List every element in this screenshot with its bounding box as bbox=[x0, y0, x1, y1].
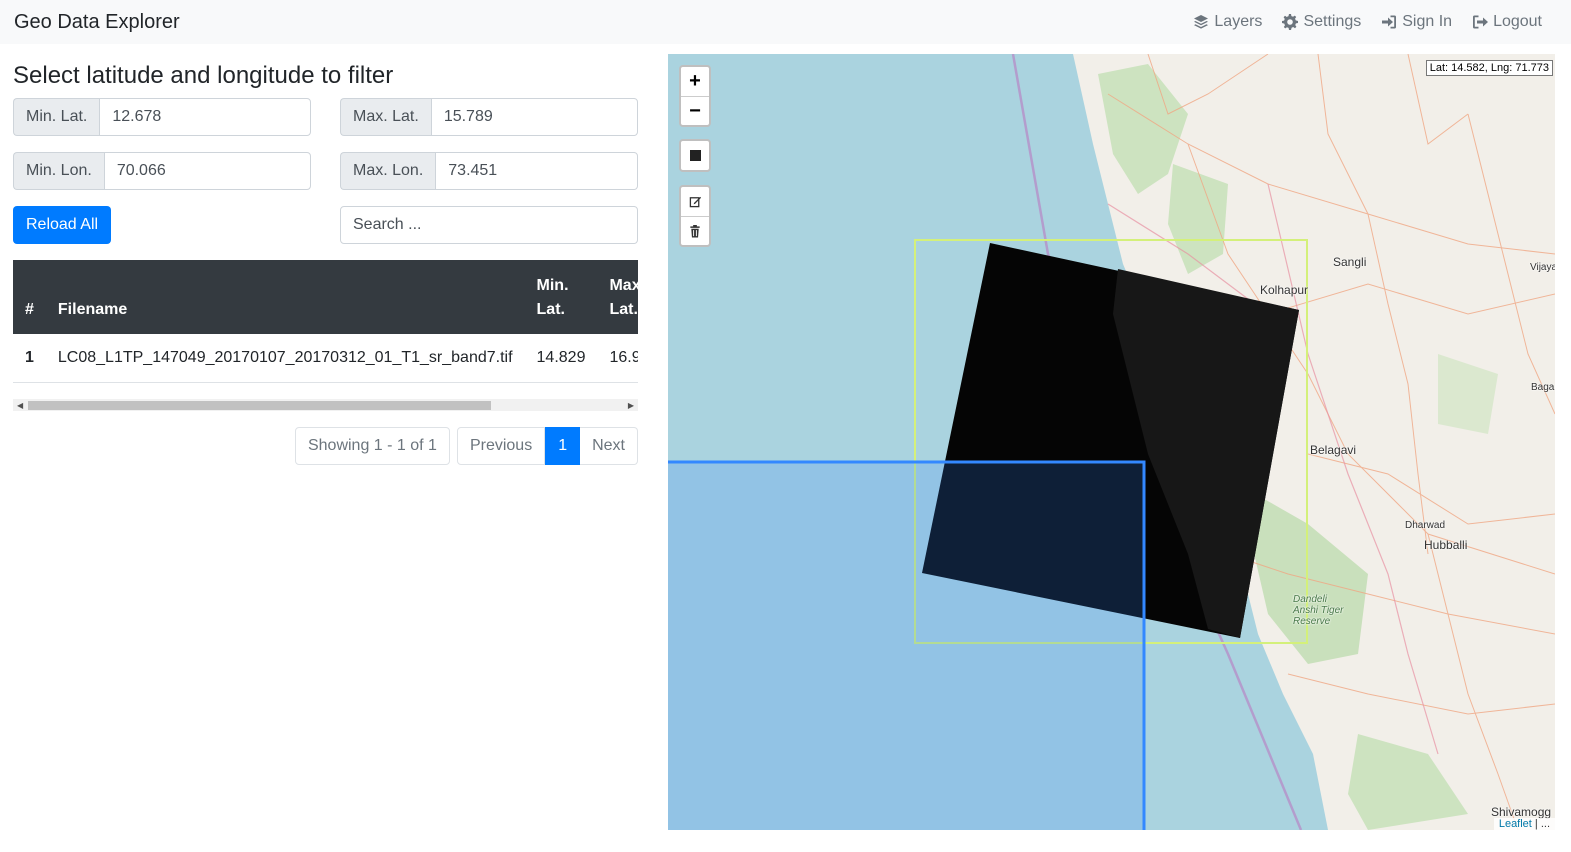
navbar: Geo Data Explorer Layers Settings Sign I… bbox=[0, 0, 1571, 44]
filter-panel: Select latitude and longitude to filter … bbox=[13, 54, 638, 465]
city-label-kolhapur: Kolhapur bbox=[1260, 283, 1309, 297]
action-row: Reload All bbox=[13, 206, 638, 244]
next-page-button[interactable]: Next bbox=[580, 426, 638, 465]
min-lat-label: Min. Lat. bbox=[13, 98, 100, 136]
cell-index: 1 bbox=[13, 334, 46, 383]
city-label-belagavi: Belagavi bbox=[1310, 443, 1357, 457]
coordinate-readout: Lat: 14.582, Lng: 71.773 bbox=[1425, 60, 1553, 76]
page-1-button[interactable]: 1 bbox=[545, 426, 581, 465]
edit-icon bbox=[689, 196, 701, 208]
zoom-out-button[interactable]: − bbox=[681, 96, 709, 125]
previous-page-button[interactable]: Previous bbox=[456, 426, 546, 465]
nav-layers-label: Layers bbox=[1214, 13, 1263, 30]
gear-icon bbox=[1282, 14, 1299, 30]
col-header-filename[interactable]: Filename bbox=[45, 260, 525, 334]
results-table-wrapper: # Filename Min. Lat. Max. Lat. 1 LC08_L1… bbox=[13, 260, 638, 383]
max-lon-group: Max. Lon. bbox=[340, 152, 638, 190]
scrollbar-thumb[interactable] bbox=[28, 400, 491, 410]
city-label-shivamogga: Shivamogg bbox=[1491, 805, 1552, 819]
selection-rect bbox=[668, 460, 1146, 830]
max-lat-group: Max. Lat. bbox=[340, 98, 638, 136]
nav-sign-in-link[interactable]: Sign In bbox=[1381, 13, 1452, 31]
attribution-rest: | ... bbox=[1531, 818, 1550, 830]
layers-icon bbox=[1194, 15, 1209, 29]
pager: Previous 1 Next bbox=[456, 426, 638, 465]
table-row[interactable]: 1 LC08_L1TP_147049_20170107_20170312_01_… bbox=[13, 334, 638, 383]
nav-settings-label: Settings bbox=[1303, 13, 1362, 30]
cell-filename: LC08_L1TP_147049_20170107_20170312_01_T1… bbox=[45, 334, 525, 383]
map-attribution: Leaflet | ... bbox=[1493, 818, 1555, 830]
label-dandeli-reserve: Dandeli Anshi Tiger Reserve bbox=[1293, 594, 1344, 627]
nav-settings-link[interactable]: Settings bbox=[1282, 13, 1361, 31]
scroll-right-icon[interactable]: ▶ bbox=[628, 401, 634, 410]
min-lat-group: Min. Lat. bbox=[13, 98, 311, 136]
edit-control bbox=[679, 185, 711, 247]
max-lat-label: Max. Lat. bbox=[340, 98, 431, 136]
map-tiles bbox=[668, 54, 1555, 830]
city-label-dharwad: Dharwad bbox=[1405, 520, 1446, 531]
table-horizontal-scrollbar[interactable]: ◀ ▶ bbox=[13, 398, 638, 411]
square-icon bbox=[689, 150, 701, 161]
col-header-index[interactable]: # bbox=[13, 260, 46, 334]
delete-layers-button[interactable] bbox=[681, 216, 709, 245]
city-label-hubballi: Hubballi bbox=[1424, 538, 1468, 552]
map-view[interactable]: Sangli Kolhapur Vijaya Baga Belagavi Dha… bbox=[668, 54, 1555, 830]
nav-sign-in-label: Sign In bbox=[1402, 13, 1453, 30]
zoom-control: + − bbox=[679, 65, 711, 127]
scroll-left-icon[interactable]: ◀ bbox=[17, 401, 23, 410]
table-header-row: # Filename Min. Lat. Max. Lat. bbox=[13, 260, 638, 334]
draw-rectangle-button[interactable] bbox=[681, 141, 709, 170]
cell-min-lat: 14.829 bbox=[524, 334, 598, 383]
nav-layers-link[interactable]: Layers bbox=[1193, 13, 1262, 31]
leaflet-link[interactable]: Leaflet bbox=[1499, 818, 1532, 830]
nav-logout-label: Logout bbox=[1493, 13, 1542, 30]
reload-all-button[interactable]: Reload All bbox=[13, 206, 112, 244]
zoom-in-button[interactable]: + bbox=[681, 67, 709, 96]
edit-layers-button[interactable] bbox=[681, 187, 709, 216]
sign-in-icon bbox=[1382, 15, 1397, 29]
cell-max-lat: 16.9 bbox=[597, 334, 638, 383]
lon-row: Min. Lon. Max. Lon. bbox=[13, 152, 638, 190]
pagination: Showing 1 - 1 of 1 Previous 1 Next bbox=[13, 426, 638, 465]
pagination-info: Showing 1 - 1 of 1 bbox=[294, 426, 450, 465]
nav-logout-link[interactable]: Logout bbox=[1472, 13, 1542, 31]
min-lon-group: Min. Lon. bbox=[13, 152, 311, 190]
min-lon-label: Min. Lon. bbox=[13, 152, 104, 190]
draw-control bbox=[679, 139, 711, 172]
max-lat-input[interactable] bbox=[430, 98, 638, 136]
city-label-vijaya: Vijaya bbox=[1530, 262, 1555, 273]
max-lon-label: Max. Lon. bbox=[340, 152, 436, 190]
max-lon-input[interactable] bbox=[435, 152, 638, 190]
col-header-min-lat[interactable]: Min. Lat. bbox=[524, 260, 598, 334]
min-lon-input[interactable] bbox=[103, 152, 311, 190]
search-input[interactable] bbox=[340, 206, 638, 244]
city-label-sangli: Sangli bbox=[1333, 255, 1367, 269]
min-lat-input[interactable] bbox=[99, 98, 311, 136]
logout-icon bbox=[1473, 15, 1489, 29]
col-header-max-lat[interactable]: Max. Lat. bbox=[597, 260, 638, 334]
lat-row: Min. Lat. Max. Lat. bbox=[13, 98, 638, 136]
app-title[interactable]: Geo Data Explorer bbox=[14, 11, 180, 34]
trash-icon bbox=[690, 224, 700, 238]
city-label-baga: Baga bbox=[1531, 382, 1555, 393]
results-table: # Filename Min. Lat. Max. Lat. 1 LC08_L1… bbox=[13, 260, 638, 383]
nav-links: Layers Settings Sign In Logout bbox=[1193, 13, 1557, 31]
filter-heading: Select latitude and longitude to filter bbox=[13, 62, 394, 89]
